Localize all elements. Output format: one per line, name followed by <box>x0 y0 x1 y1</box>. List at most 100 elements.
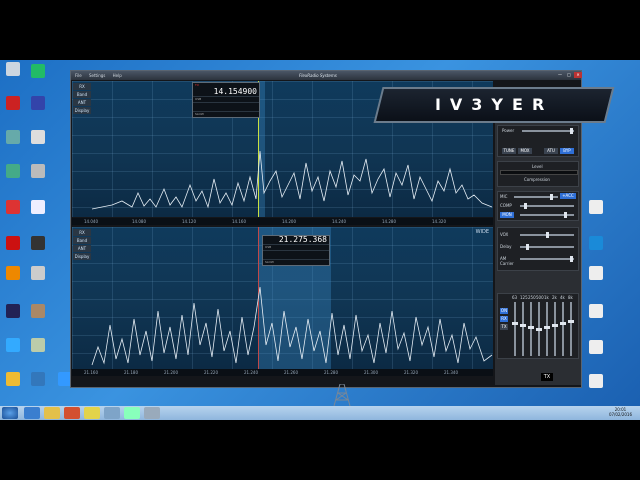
slice-flag-top[interactable]: TX 14.154900 USB SLOW <box>192 82 260 118</box>
taskbar-chrome-icon[interactable] <box>84 407 100 419</box>
panadapter-bottom[interactable]: RX Band ANT Display 21.275.368 USB SLOW … <box>72 227 493 369</box>
sdr-icon[interactable] <box>2 338 24 352</box>
close-button[interactable]: ✕ <box>574 72 582 78</box>
folder-icon[interactable] <box>2 130 24 144</box>
network-icon[interactable] <box>27 372 49 386</box>
wide-label: WIDE <box>475 229 489 235</box>
menu-help[interactable]: Help <box>113 73 122 78</box>
eq-label: 125 <box>520 295 528 300</box>
display-button[interactable]: Display <box>73 253 91 260</box>
mox-button[interactable]: MOX <box>518 148 532 154</box>
eq-label: 500 <box>536 295 544 300</box>
start-button[interactable] <box>2 407 18 419</box>
minimize-button[interactable]: — <box>556 72 564 78</box>
file-icon-1[interactable] <box>585 200 607 214</box>
tool-icon[interactable] <box>2 164 24 178</box>
callsign-overlay: IV3YER <box>373 87 615 123</box>
eq-slider[interactable] <box>544 302 550 356</box>
comp-label[interactable]: COMP <box>500 203 512 208</box>
am-carrier-slider[interactable] <box>520 256 574 262</box>
settings-icon[interactable] <box>27 200 49 214</box>
eq-slider[interactable] <box>568 302 574 356</box>
vox-slider[interactable] <box>520 232 574 238</box>
taskbar: 20:01 07/02/2016 <box>0 406 640 420</box>
taskbar-app-icon-2[interactable] <box>144 407 160 419</box>
band-button[interactable]: Band <box>73 91 91 98</box>
frequency-display[interactable]: 14.154900 <box>193 88 259 96</box>
taskbar-media-icon[interactable] <box>64 407 80 419</box>
agc-label[interactable]: SLOW <box>263 259 329 265</box>
media-icon[interactable] <box>27 236 49 250</box>
acc-button[interactable]: +ACC <box>560 193 576 199</box>
meter-box: Level Compression <box>497 161 579 187</box>
scale-label: 21.300 <box>364 370 378 375</box>
logger-icon[interactable] <box>2 266 24 280</box>
power-slider[interactable] <box>522 128 574 134</box>
eq-slider[interactable] <box>512 302 518 356</box>
delay-slider[interactable] <box>520 244 574 250</box>
eq-slider[interactable] <box>560 302 566 356</box>
maximize-button[interactable]: □ <box>565 72 573 78</box>
antivirus-icon[interactable] <box>2 96 24 110</box>
scale-label: 14.120 <box>182 219 196 224</box>
desktop-app-icon[interactable] <box>27 64 49 78</box>
utility-icon[interactable] <box>2 200 24 214</box>
eq-on-button[interactable]: ON <box>500 308 508 314</box>
agc-label[interactable]: SLOW <box>193 111 259 117</box>
slice-flag-bottom[interactable]: 21.275.368 USB SLOW <box>262 235 330 266</box>
mic-label[interactable]: MIC <box>500 194 507 199</box>
system-clock[interactable]: 20:01 07/02/2016 <box>609 407 632 417</box>
eq-slider[interactable] <box>528 302 534 356</box>
taskbar-sdr-icon[interactable] <box>124 407 140 419</box>
shortcut-icon[interactable] <box>27 266 49 280</box>
mon-button[interactable]: MON <box>500 212 514 218</box>
file-icon-3[interactable] <box>585 304 607 318</box>
program-icon[interactable] <box>2 304 24 318</box>
rx-button[interactable]: RX <box>73 229 91 236</box>
file-icon-5[interactable] <box>585 374 607 388</box>
audio-sliders[interactable] <box>193 102 259 111</box>
comp-slider[interactable] <box>520 203 574 209</box>
scale-label: 14.160 <box>232 219 246 224</box>
library-icon[interactable] <box>2 372 24 386</box>
eq-slider[interactable] <box>552 302 558 356</box>
network-app-icon[interactable] <box>27 96 49 110</box>
menu-file[interactable]: File <box>75 73 82 78</box>
vox-box: VOX Delay AM Carrier <box>497 227 579 271</box>
file-icon-4[interactable] <box>585 340 607 354</box>
ant-button[interactable]: ANT <box>73 245 91 252</box>
menu-settings[interactable]: Settings <box>89 73 105 78</box>
menu-bar: File Settings Help <box>75 73 128 78</box>
control-panel: Power TUNE MOX ATU BYP Level Compression… <box>495 117 581 385</box>
taskbar-app-icon[interactable] <box>104 407 120 419</box>
atu-button[interactable]: ATU <box>544 148 558 154</box>
browser-icon[interactable] <box>585 236 607 250</box>
band-button[interactable]: Band <box>73 237 91 244</box>
ant-button[interactable]: ANT <box>73 99 91 106</box>
radio-icon[interactable] <box>27 338 49 352</box>
taskbar-ie-icon[interactable] <box>24 407 40 419</box>
byp-button[interactable]: BYP <box>560 148 574 154</box>
scale-label: 14.240 <box>332 219 346 224</box>
vox-label[interactable]: VOX <box>500 232 508 237</box>
eq-slider[interactable] <box>520 302 526 356</box>
eq-rx-button[interactable]: RX <box>500 316 508 322</box>
file-icon-2[interactable] <box>585 266 607 280</box>
document-icon[interactable] <box>27 130 49 144</box>
app-icon[interactable] <box>27 164 49 178</box>
eq-slider[interactable] <box>536 302 542 356</box>
mon-slider[interactable] <box>520 212 574 218</box>
tx-box: Power TUNE MOX ATU BYP <box>497 125 579 157</box>
recycle-bin-icon[interactable] <box>2 62 24 76</box>
pdf-reader-icon[interactable] <box>2 236 24 250</box>
eq-tx-button[interactable]: TX <box>500 324 508 330</box>
taskbar-explorer-icon[interactable] <box>44 407 60 419</box>
tune-button[interactable]: TUNE <box>502 148 516 154</box>
display-button[interactable]: Display <box>73 107 91 114</box>
user-icon[interactable] <box>27 304 49 318</box>
rx-button[interactable]: RX <box>73 83 91 90</box>
audio-sliders[interactable] <box>263 250 329 259</box>
eq-label: 63 <box>512 295 518 300</box>
frequency-display[interactable]: 21.275.368 <box>263 236 329 244</box>
mic-slider[interactable] <box>514 194 558 200</box>
